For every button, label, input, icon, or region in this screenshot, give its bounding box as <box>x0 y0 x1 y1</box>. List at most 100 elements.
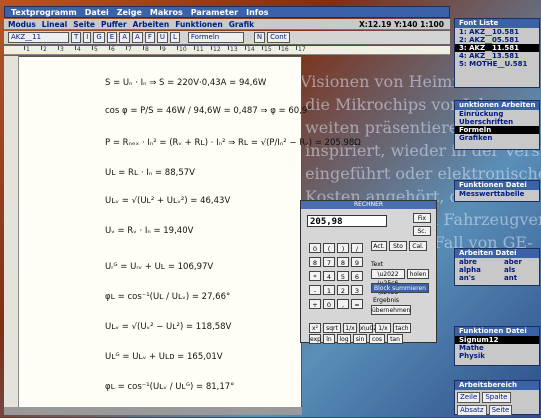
exp-button[interactable]: exp <box>309 334 321 344</box>
calculator-key[interactable]: 3 <box>351 285 363 295</box>
menu-item-textprogramm[interactable]: Textprogramm <box>11 8 77 17</box>
square-button[interactable]: x² <box>309 323 321 333</box>
functions-2-item[interactable]: Signum12 <box>455 336 539 344</box>
sin-button[interactable]: sin <box>353 334 367 344</box>
work-item-grafiken[interactable]: Grafiken <box>455 134 539 142</box>
sci-button[interactable]: Sc. <box>413 226 431 236</box>
ln-button[interactable]: ln <box>323 334 335 344</box>
sqrt-button[interactable]: sqrt <box>323 323 341 333</box>
ruler-tick <box>160 46 161 50</box>
functions-item-messwerttabelle[interactable]: Messwerttabelle <box>455 190 539 198</box>
font-list-item[interactable]: 1: AKZ__10.581 <box>455 28 539 36</box>
calculator-key[interactable]: , <box>337 299 349 309</box>
menu-modus[interactable]: Modus <box>8 20 36 29</box>
abbreviation-item[interactable]: alpha <box>455 266 500 274</box>
work-area-spalte[interactable]: Spalte <box>482 392 511 403</box>
format-button-f[interactable]: F <box>144 32 155 43</box>
calculator-key[interactable]: = <box>351 299 363 309</box>
format-button-g[interactable]: G <box>93 32 105 43</box>
calculator-key[interactable]: 4 <box>323 271 335 281</box>
menu-item-parameter[interactable]: Parameter <box>191 8 238 17</box>
work-item-ueberschriften[interactable]: Überschriften <box>455 118 539 126</box>
format-button-u[interactable]: U <box>156 32 168 43</box>
work-area-zeile[interactable]: Zeile <box>457 392 481 403</box>
sto-button[interactable]: Sto <box>389 241 407 251</box>
calculator-key[interactable]: 7 <box>323 257 335 267</box>
font-list-item[interactable]: 5: MOTHE__U.581 <box>455 60 539 68</box>
functions-title[interactable]: Funktionen Datei <box>455 181 539 190</box>
abbreviation-item[interactable]: ant <box>500 274 539 282</box>
button-cont[interactable]: Cont <box>267 32 290 43</box>
holen-button[interactable]: holen <box>407 269 429 279</box>
calculator-key[interactable]: 2 <box>337 285 349 295</box>
fix-button[interactable]: Fix <box>413 213 431 223</box>
menu-item-datei[interactable]: Datei <box>85 8 109 17</box>
font-list-title[interactable]: Font Liste <box>455 19 539 28</box>
abbreviation-item[interactable]: aber <box>500 258 539 266</box>
ruler[interactable]: 1 2 3 4 5 6 7 8 9 10 11 12 13 14 15 16 17 <box>4 46 450 55</box>
work-item-einrueckung[interactable]: Einrückung <box>455 110 539 118</box>
calculator-key[interactable]: / <box>351 243 363 253</box>
menu-arbeiten[interactable]: Arbeiten <box>133 20 170 29</box>
functions-2-item[interactable]: Mathe <box>455 344 539 352</box>
format-button-l[interactable]: L <box>169 32 180 43</box>
inv-button[interactable]: 1/x <box>375 323 391 333</box>
functions-2-item[interactable]: Physik <box>455 352 539 360</box>
abbreviation-item[interactable]: als <box>500 266 539 274</box>
work-item-formeln[interactable]: Formeln <box>455 126 539 134</box>
work-area-title[interactable]: Arbeitsbereich <box>455 381 539 390</box>
font-list-item[interactable]: 4: AKZ__13.581 <box>455 52 539 60</box>
style-dropdown[interactable]: AKZ__11 <box>8 32 69 43</box>
calculator-key[interactable]: ( <box>323 243 335 253</box>
calculator-key[interactable]: 8 <box>309 257 321 267</box>
tan-button[interactable]: tan <box>387 334 403 344</box>
xy-button[interactable]: x\u02b8 <box>359 323 385 333</box>
ruler-tick <box>194 46 195 50</box>
functions-2-title[interactable]: Funktionen Datei <box>455 327 539 336</box>
format-button-i[interactable]: I <box>83 32 92 43</box>
uebernehmen-button[interactable]: übernehmen <box>371 305 411 315</box>
calculator-title[interactable]: RECHNER <box>301 201 436 209</box>
mode-dropdown[interactable]: Formeln <box>187 32 244 43</box>
log-button[interactable]: log <box>337 334 351 344</box>
calculator-key[interactable]: 0 <box>309 243 321 253</box>
act-button[interactable]: Act. <box>371 241 387 251</box>
calculator-key[interactable]: 8 <box>337 257 349 267</box>
format-button-e[interactable]: E <box>106 32 118 43</box>
format-button-t[interactable]: T <box>71 32 82 43</box>
menu-item-infos[interactable]: Infos <box>246 8 268 17</box>
format-button-a1[interactable]: A <box>119 32 131 43</box>
block-summieren-button[interactable]: Block summieren <box>371 283 429 293</box>
calculator-key[interactable]: 9 <box>351 257 363 267</box>
cos-button[interactable]: cos <box>369 334 385 344</box>
reciprocal-button[interactable]: 1/x <box>343 323 357 333</box>
font-list-item-selected[interactable]: 3: AKZ__11.581 <box>455 44 539 52</box>
hoch-button[interactable]: tach <box>393 323 411 333</box>
menu-lineal[interactable]: Lineal <box>42 20 67 29</box>
font-list-item[interactable]: 2: AKZ__05.581 <box>455 36 539 44</box>
abbreviations-title[interactable]: Arbeiten Datei <box>455 249 539 258</box>
menu-item-zeige[interactable]: Zeige <box>117 8 142 17</box>
work-functions-title[interactable]: unktionen Arbeiten <box>455 101 539 110</box>
menu-item-makros[interactable]: Makros <box>150 8 183 17</box>
abbreviation-item[interactable]: an's <box>455 274 500 282</box>
button-n[interactable]: N <box>253 32 266 43</box>
calculator-key[interactable]: 6 <box>351 271 363 281</box>
menu-grafik[interactable]: Grafik <box>229 20 254 29</box>
calculator-key[interactable]: * <box>309 271 321 281</box>
text-arrow-button[interactable]: \u2022 \u25c6 \u2022 <box>371 269 405 296</box>
cal-button[interactable]: Cal. <box>409 241 427 251</box>
calculator-key[interactable]: 1 <box>323 285 335 295</box>
format-button-a2[interactable]: A <box>132 32 143 43</box>
calculator-key[interactable]: 0 <box>323 299 335 309</box>
menu-seite[interactable]: Seite <box>73 20 95 29</box>
calculator-key[interactable]: + <box>309 299 321 309</box>
menu-puffer[interactable]: Puffer <box>101 20 127 29</box>
work-area-seite[interactable]: Seite <box>488 405 513 416</box>
calculator-key[interactable]: 5 <box>337 271 349 281</box>
calculator-key[interactable]: ) <box>337 243 349 253</box>
work-area-absatz[interactable]: Absatz <box>457 405 487 416</box>
calculator-key[interactable]: - <box>309 285 321 295</box>
abbreviation-item[interactable]: abre <box>455 258 500 266</box>
menu-funktionen[interactable]: Funktionen <box>175 20 223 29</box>
